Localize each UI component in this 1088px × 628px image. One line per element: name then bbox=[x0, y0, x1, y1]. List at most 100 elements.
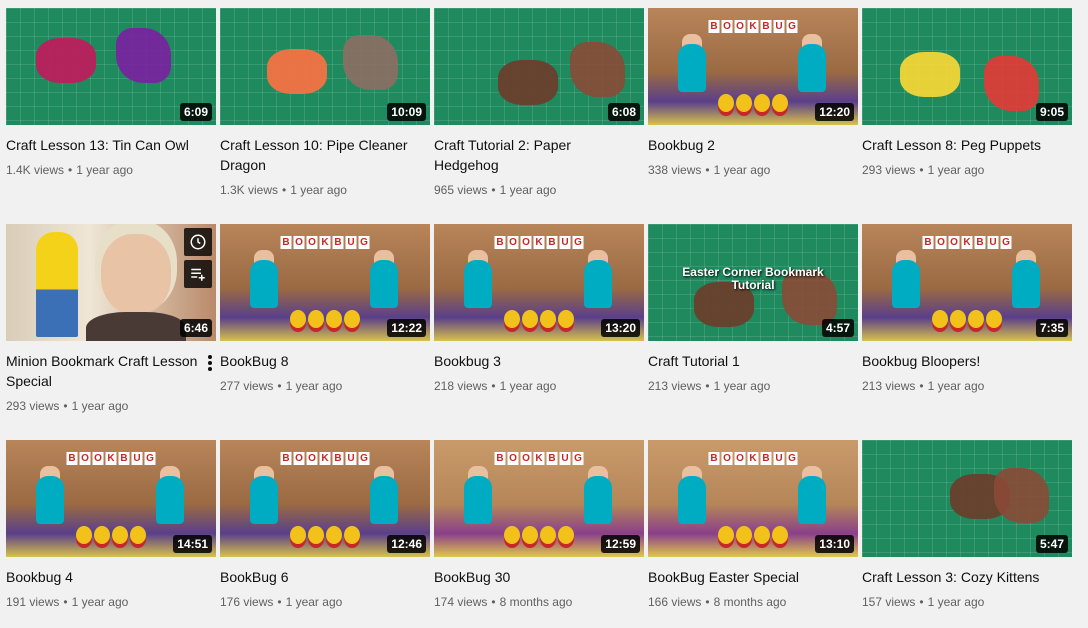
video-thumbnail[interactable]: 5:47 bbox=[862, 440, 1072, 557]
video-title[interactable]: Craft Lesson 3: Cozy Kittens bbox=[862, 567, 1072, 587]
view-count: 1.3K views bbox=[220, 183, 279, 197]
video-title[interactable]: Craft Tutorial 2: Paper Hedgehog bbox=[434, 135, 644, 175]
video-menu-button[interactable] bbox=[200, 349, 220, 377]
thumbnail-banner-letter: U bbox=[559, 452, 571, 465]
upload-age: 8 months ago bbox=[713, 595, 787, 609]
upload-age: 1 year ago bbox=[285, 379, 343, 393]
thumbnail-overlay-text: Easter Corner Bookmark Tutorial bbox=[682, 265, 824, 292]
video-title[interactable]: BookBug Easter Special bbox=[648, 567, 858, 587]
thumbnail-shape bbox=[36, 38, 96, 83]
video-title[interactable]: Minion Bookmark Craft Lesson Special bbox=[6, 351, 216, 391]
thumbnail-shape bbox=[130, 526, 146, 544]
video-thumbnail[interactable]: B O O K B U G 12:46 bbox=[220, 440, 430, 557]
more-vert-icon bbox=[208, 355, 212, 371]
duration-badge: 9:05 bbox=[1035, 103, 1068, 121]
video-title[interactable]: BookBug 8 bbox=[220, 351, 430, 371]
video-thumbnail[interactable]: B O O K B U G 13:10 bbox=[648, 440, 858, 557]
view-count: 1.4K views bbox=[6, 163, 65, 177]
view-count: 213 views bbox=[648, 379, 702, 393]
video-title[interactable]: Craft Lesson 8: Peg Puppets bbox=[862, 135, 1072, 155]
video-thumbnail[interactable]: B O O K B U G 12:59 bbox=[434, 440, 644, 557]
video-thumbnail[interactable]: 9:05 bbox=[862, 8, 1072, 125]
view-count: 191 views bbox=[6, 595, 60, 609]
video-card[interactable]: B O O K B U G 12:22 BookBug 8 277 views • 1 year ag… bbox=[220, 224, 430, 395]
video-thumbnail[interactable]: 10:09 bbox=[220, 8, 430, 125]
thumbnail-banner-letter: O bbox=[520, 236, 532, 249]
video-card[interactable]: 6:46 Minion Bookmark Craft Lesson Specia… bbox=[6, 224, 216, 415]
thumbnail-shape bbox=[558, 526, 574, 544]
video-title[interactable]: Bookbug Bloopers! bbox=[862, 351, 1072, 371]
thumbnail-banner: BOOKBUG bbox=[708, 452, 798, 465]
thumbnail-shape bbox=[112, 526, 128, 544]
thumbnail-banner-letter: K bbox=[961, 236, 973, 249]
video-title[interactable]: Craft Lesson 13: Tin Can Owl bbox=[6, 135, 216, 155]
thumbnail-shape bbox=[718, 526, 734, 544]
video-card[interactable]: 9:05 Craft Lesson 8: Peg Puppets 293 views… bbox=[862, 8, 1072, 179]
video-thumbnail[interactable]: B O O K B U G 13:20 bbox=[434, 224, 644, 341]
view-count: 157 views bbox=[862, 595, 916, 609]
video-metadata: 176 views • 1 year ago bbox=[220, 593, 430, 611]
video-metadata: 293 views • 1 year ago bbox=[862, 161, 1072, 179]
video-thumbnail[interactable]: 6:09 bbox=[6, 8, 216, 125]
thumbnail-banner: BOOKBUG bbox=[280, 236, 370, 249]
video-card[interactable]: 6:08 Craft Tutorial 2: Paper Hedgehog 965 … bbox=[434, 8, 644, 199]
duration-badge: 10:09 bbox=[387, 103, 426, 121]
video-card[interactable]: B O O K B U G 12:46 BookBug 6 176 views • 1 year ag… bbox=[220, 440, 430, 611]
view-count: 174 views bbox=[434, 595, 488, 609]
video-title[interactable]: BookBug 6 bbox=[220, 567, 430, 587]
video-thumbnail[interactable]: B O O K B U G 7:35 bbox=[862, 224, 1072, 341]
thumbnail-shape bbox=[308, 526, 324, 544]
video-title[interactable]: Bookbug 2 bbox=[648, 135, 858, 155]
meta-separator: • bbox=[277, 379, 282, 393]
video-card[interactable]: Easter Corner Bookmark Tutorial 4:57 Craft… bbox=[648, 224, 858, 395]
duration-badge: 6:46 bbox=[179, 319, 212, 337]
thumbnail-shape bbox=[678, 44, 706, 92]
video-thumbnail[interactable]: Easter Corner Bookmark Tutorial 4:57 bbox=[648, 224, 858, 341]
thumbnail-shape bbox=[267, 49, 327, 94]
thumbnail-shape bbox=[900, 52, 960, 97]
video-title[interactable]: Craft Lesson 10: Pipe Cleaner Dragon bbox=[220, 135, 430, 175]
duration-badge: 14:51 bbox=[173, 535, 212, 553]
thumbnail-banner-letter: O bbox=[935, 236, 947, 249]
video-thumbnail[interactable]: 6:46 bbox=[6, 224, 216, 341]
thumbnail-shape bbox=[986, 310, 1002, 328]
video-card[interactable]: B O O K B U G 7:35 Bookbug Bloopers! 213 views • 1 … bbox=[862, 224, 1072, 395]
video-metadata: 174 views • 8 months ago bbox=[434, 593, 644, 611]
video-card[interactable]: 10:09 Craft Lesson 10: Pipe Cleaner Drago… bbox=[220, 8, 430, 199]
thumbnail-banner-letter: B bbox=[494, 452, 506, 465]
duration-badge: 13:20 bbox=[601, 319, 640, 337]
video-title[interactable]: Bookbug 4 bbox=[6, 567, 216, 587]
meta-separator: • bbox=[277, 595, 282, 609]
video-card[interactable]: B O O K B U G 12:59 BookBug 30 174 views • 8 months… bbox=[434, 440, 644, 611]
video-card[interactable]: 6:09 Craft Lesson 13: Tin Can Owl 1.4K vie… bbox=[6, 8, 216, 179]
thumbnail-banner-letter: B bbox=[708, 452, 720, 465]
video-title[interactable]: Bookbug 3 bbox=[434, 351, 644, 371]
thumbnail-banner-letter: O bbox=[948, 236, 960, 249]
video-card[interactable]: B O O K B U G 14:51 Bookbug 4 191 views • 1 year ag… bbox=[6, 440, 216, 611]
thumbnail-banner-letter: B bbox=[760, 20, 772, 33]
video-thumbnail[interactable]: 6:08 bbox=[434, 8, 644, 125]
thumbnail-banner: BOOKBUG bbox=[66, 452, 156, 465]
thumbnail-shape bbox=[736, 94, 752, 112]
add-to-queue-button[interactable] bbox=[184, 260, 212, 288]
watch-later-button[interactable] bbox=[184, 228, 212, 256]
video-thumbnail[interactable]: B O O K B U G 12:20 bbox=[648, 8, 858, 125]
thumbnail-shape bbox=[116, 28, 171, 83]
thumbnail-banner-letter: K bbox=[533, 236, 545, 249]
video-card[interactable]: B O O K B U G 13:10 BookBug Easter Special 166 vi… bbox=[648, 440, 858, 611]
thumbnail-shape bbox=[498, 60, 558, 105]
video-title[interactable]: BookBug 30 bbox=[434, 567, 644, 587]
video-thumbnail[interactable]: B O O K B U G 12:22 bbox=[220, 224, 430, 341]
video-metadata: 213 views • 1 year ago bbox=[648, 377, 858, 395]
thumbnail-banner-letter: B bbox=[494, 236, 506, 249]
thumbnail-shape bbox=[754, 94, 770, 112]
video-thumbnail[interactable]: B O O K B U G 14:51 bbox=[6, 440, 216, 557]
thumbnail-banner: BOOKBUG bbox=[708, 20, 798, 33]
meta-separator: • bbox=[63, 399, 68, 413]
video-title[interactable]: Craft Tutorial 1 bbox=[648, 351, 858, 371]
thumbnail-banner-letter: K bbox=[747, 20, 759, 33]
video-card[interactable]: 5:47 Craft Lesson 3: Cozy Kittens 157 view… bbox=[862, 440, 1072, 611]
video-card[interactable]: B O O K B U G 12:20 Bookbug 2 338 views • 1 year ag… bbox=[648, 8, 858, 179]
thumbnail-shape bbox=[344, 310, 360, 328]
video-card[interactable]: B O O K B U G 13:20 Bookbug 3 218 views • 1 year ag… bbox=[434, 224, 644, 395]
